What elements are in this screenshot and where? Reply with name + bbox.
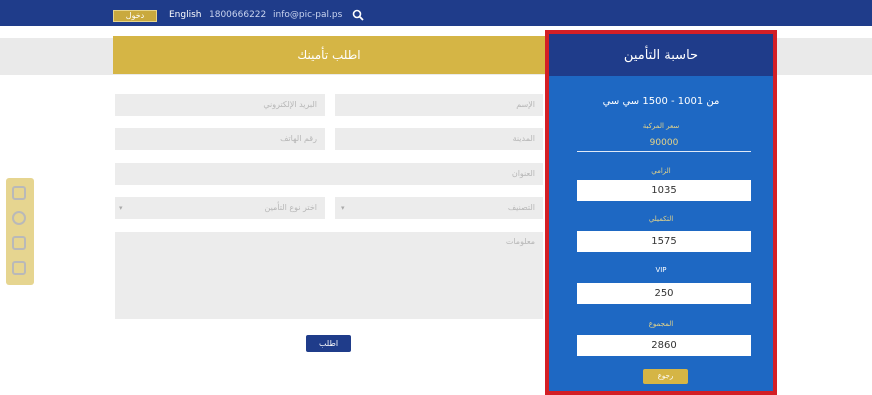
total-value: 2860	[577, 335, 751, 356]
dropdown-arrow-icon: ▾	[119, 204, 123, 212]
request-form-title: اطلب تأمينك	[113, 36, 545, 74]
basic-insurance-label: الزامي	[651, 167, 671, 175]
login-button[interactable]: دخول	[113, 10, 157, 22]
back-button[interactable]: رجوع	[643, 369, 688, 384]
address-field[interactable]: العنوان	[115, 163, 543, 185]
name-field[interactable]: الإسم	[335, 94, 543, 116]
phone-field[interactable]: رقم الهاتف	[115, 128, 325, 150]
comprehensive-label: التكميلي	[648, 215, 674, 223]
side-tool-icon[interactable]	[12, 186, 26, 200]
category-select[interactable]: ▾ التصنيف	[335, 197, 543, 219]
submit-button[interactable]: اطلب	[306, 335, 351, 352]
dropdown-arrow-icon: ▾	[341, 204, 345, 212]
insurance-type-select-label: اختر نوع التأمين	[264, 203, 317, 212]
phone-number: 1800666222	[209, 10, 267, 20]
email-link[interactable]: info@pic-pal.ps	[273, 9, 342, 22]
vip-value[interactable]: 250	[577, 283, 751, 304]
total-label: المجموع	[648, 320, 674, 328]
vehicle-price-input[interactable]: 90000	[577, 138, 751, 152]
category-select-label: التصنيف	[507, 203, 535, 212]
side-tool-icon[interactable]	[12, 261, 26, 275]
email-field[interactable]: البريد الإلكتروني	[115, 94, 325, 116]
notes-textarea[interactable]: معلومات	[115, 232, 543, 319]
vip-label: VIP	[655, 266, 667, 274]
side-tool-icon[interactable]	[12, 236, 26, 250]
side-tool-icon[interactable]	[12, 211, 26, 225]
city-field[interactable]: المدينة	[335, 128, 543, 150]
vehicle-price-label: سعر المركبة	[642, 122, 680, 130]
search-icon[interactable]	[352, 9, 364, 21]
calculator-title: حاسبة التأمين	[549, 34, 773, 76]
basic-insurance-value[interactable]: 1035	[577, 180, 751, 201]
insurance-type-select[interactable]: ▾ اختر نوع التأمين	[115, 197, 325, 219]
engine-range-label: من 1001 - 1500 سي سي	[602, 96, 720, 107]
language-link[interactable]: English	[169, 9, 202, 22]
comprehensive-value[interactable]: 1575	[577, 231, 751, 252]
